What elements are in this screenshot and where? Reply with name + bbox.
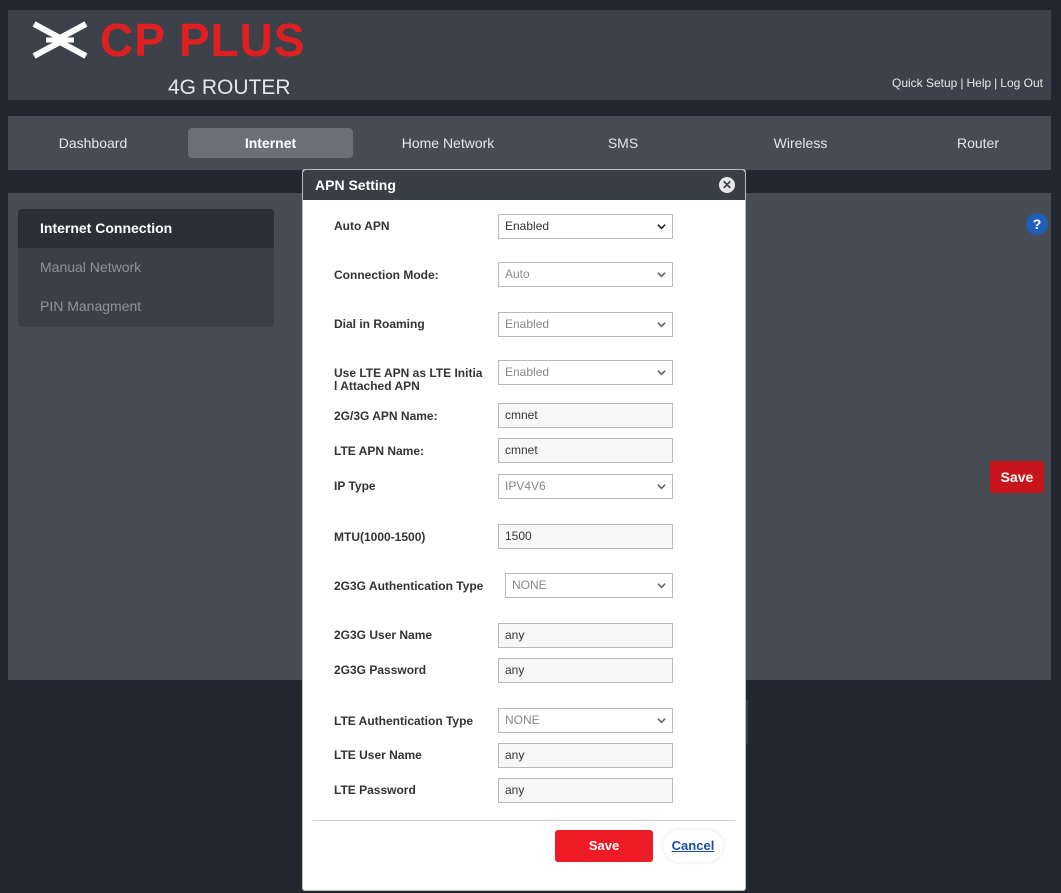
mtu-input[interactable]: 1500 — [498, 524, 673, 549]
sidebar-item-pin-management[interactable]: PIN Managment — [18, 287, 274, 326]
lte-initial-apn-value: Enabled — [505, 365, 550, 379]
dial-roaming-label: Dial in Roaming — [334, 317, 425, 331]
chevron-down-icon — [657, 322, 666, 328]
nav-home-network[interactable]: Home Network — [383, 128, 513, 158]
logout-link[interactable]: Log Out — [1000, 76, 1043, 90]
logo-text: CP PLUS — [100, 14, 306, 66]
pass-lte-input[interactable]: any — [498, 778, 673, 803]
apn-setting-dialog: APN Setting ✕ Auto APN Enabled Connectio… — [302, 169, 746, 891]
apn-lte-input[interactable]: cmnet — [498, 438, 673, 463]
chevron-down-icon — [657, 370, 666, 376]
user-2g3g-input[interactable]: any — [498, 623, 673, 648]
ip-type-label: IP Type — [334, 479, 376, 493]
help-link[interactable]: Help — [966, 76, 991, 90]
dial-roaming-select[interactable]: Enabled — [498, 312, 673, 337]
dialog-title-bar: APN Setting ✕ — [303, 170, 745, 200]
ip-type-value: IPV4V6 — [505, 479, 546, 493]
top-links: Quick Setup | Help | Log Out — [892, 76, 1043, 90]
auth-lte-value: NONE — [505, 713, 540, 727]
lte-initial-apn-select[interactable]: Enabled — [498, 360, 673, 385]
dial-roaming-value: Enabled — [505, 317, 550, 331]
auto-apn-select[interactable]: Enabled — [498, 214, 673, 239]
pass-2g3g-input[interactable]: any — [498, 658, 673, 683]
header: CP PLUS 4G ROUTER Quick Setup | Help | Log O… — [8, 10, 1051, 100]
connection-mode-select[interactable]: Auto — [498, 262, 673, 287]
help-icon[interactable]: ? — [1026, 213, 1048, 235]
sidebar-item-internet-connection[interactable]: Internet Connection — [18, 209, 274, 248]
quick-setup-link[interactable]: Quick Setup — [892, 76, 957, 90]
close-icon[interactable]: ✕ — [719, 177, 735, 193]
auth-2g3g-label: 2G3G Authentication Type — [334, 579, 484, 593]
auto-apn-label: Auto APN — [334, 219, 390, 233]
main-nav: Dashboard Internet Home Network SMS Wire… — [8, 116, 1051, 170]
nav-router[interactable]: Router — [933, 128, 1023, 158]
dialog-divider — [313, 820, 735, 821]
user-lte-label: LTE User Name — [334, 748, 422, 762]
apn-2g3g-input[interactable]: cmnet — [498, 403, 673, 428]
connection-mode-label: Connection Mode: — [334, 268, 439, 282]
logo: CP PLUS — [30, 14, 306, 66]
auth-lte-select[interactable]: NONE — [498, 708, 673, 733]
mtu-label: MTU(1000-1500) — [334, 530, 426, 544]
chevron-down-icon — [657, 583, 666, 589]
sidebar-item-manual-network[interactable]: Manual Network — [18, 248, 274, 287]
user-2g3g-label: 2G3G User Name — [334, 628, 433, 642]
lte-initial-apn-label-line2: l Attached APN — [334, 379, 420, 393]
link-separator: | — [994, 76, 998, 90]
pass-lte-label: LTE Password — [334, 783, 416, 797]
cp-plus-logo-icon — [32, 21, 88, 59]
auto-apn-value: Enabled — [505, 219, 550, 233]
dialog-save-button[interactable]: Save — [555, 830, 653, 862]
nav-internet[interactable]: Internet — [188, 128, 353, 158]
link-separator: | — [960, 76, 964, 90]
connection-mode-value: Auto — [505, 267, 530, 281]
pass-2g3g-label: 2G3G Password — [334, 663, 427, 677]
router-subtitle: 4G ROUTER — [168, 76, 291, 99]
save-button[interactable]: Save — [990, 461, 1044, 493]
ip-type-select[interactable]: IPV4V6 — [498, 474, 673, 499]
nav-dashboard[interactable]: Dashboard — [38, 128, 148, 158]
nav-sms[interactable]: SMS — [583, 128, 663, 158]
chevron-down-icon — [657, 718, 666, 724]
chevron-down-icon — [657, 484, 666, 490]
chevron-down-icon — [657, 272, 666, 278]
auth-lte-label: LTE Authentication Type — [334, 714, 474, 728]
nav-wireless[interactable]: Wireless — [753, 128, 848, 158]
lte-initial-apn-label: Use LTE APN as LTE Initia l Attached APN — [334, 367, 482, 393]
user-lte-input[interactable]: any — [498, 743, 673, 768]
chevron-down-icon — [657, 224, 666, 230]
auth-2g3g-value: NONE — [512, 578, 547, 592]
sidebar: Internet Connection Manual Network PIN M… — [18, 209, 274, 327]
dialog-title: APN Setting — [315, 177, 396, 193]
auth-2g3g-select[interactable]: NONE — [505, 573, 673, 598]
apn-lte-label: LTE APN Name: — [334, 444, 425, 458]
apn-2g3g-label: 2G/3G APN Name: — [334, 409, 438, 423]
dialog-cancel-button[interactable]: Cancel — [663, 830, 723, 862]
